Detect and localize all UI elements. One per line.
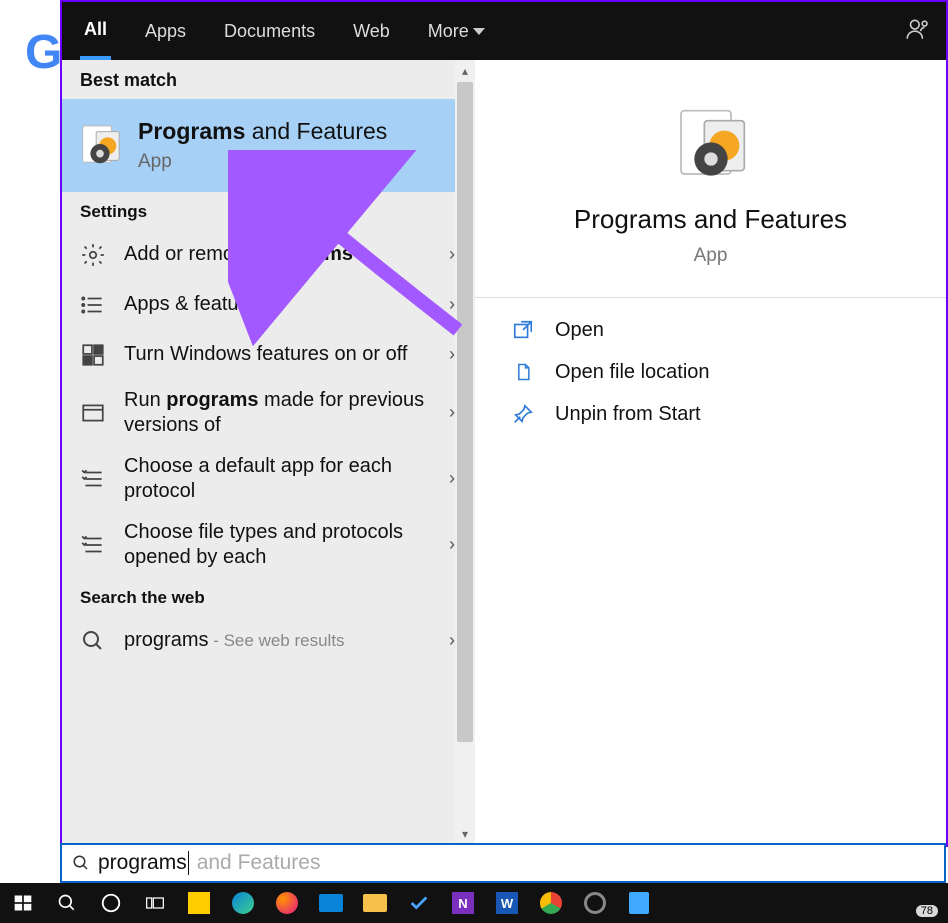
list-icon bbox=[76, 288, 110, 322]
taskbar-app-edge[interactable] bbox=[228, 888, 258, 918]
defaults-icon bbox=[76, 528, 110, 562]
settings-item-label: Choose file types and protocols opened b… bbox=[124, 520, 435, 570]
search-panel: All Apps Documents Web More Best match bbox=[60, 0, 948, 847]
taskbar-app-explorer[interactable] bbox=[360, 888, 390, 918]
settings-item-apps-features[interactable]: Apps & features › bbox=[62, 280, 475, 330]
tab-apps[interactable]: Apps bbox=[141, 2, 190, 60]
user-icon[interactable] bbox=[904, 16, 930, 42]
search-content: Best match Programs and Features App bbox=[62, 60, 946, 845]
section-web: Search the web bbox=[62, 578, 475, 616]
section-best-match: Best match bbox=[62, 60, 475, 99]
gear-icon bbox=[76, 238, 110, 272]
settings-item-protocol[interactable]: Choose a default app for each protocol › bbox=[62, 446, 475, 512]
search-suggestion-text: and Features bbox=[197, 851, 321, 875]
browser-behind: G bbox=[0, 0, 60, 160]
checkbox-icon bbox=[76, 338, 110, 372]
google-g-letter: G bbox=[25, 25, 62, 80]
chevron-down-icon bbox=[473, 28, 485, 35]
web-result[interactable]: programs - See web results › bbox=[62, 616, 475, 666]
start-button[interactable] bbox=[8, 888, 38, 918]
taskbar-search-button[interactable] bbox=[52, 888, 82, 918]
action-open-label: Open bbox=[555, 319, 604, 342]
taskbar-app-word[interactable]: W bbox=[492, 888, 522, 918]
section-settings: Settings bbox=[62, 192, 475, 230]
settings-item-label: Turn Windows features on or off bbox=[124, 342, 435, 367]
details-actions: Open Open file location Unpin from Start bbox=[475, 298, 946, 446]
action-unpin-label: Unpin from Start bbox=[555, 403, 701, 426]
taskbar-app-firefox[interactable] bbox=[272, 888, 302, 918]
window-icon bbox=[76, 396, 110, 430]
best-match-title-rest: and Features bbox=[245, 118, 387, 144]
action-open-location-label: Open file location bbox=[555, 361, 710, 384]
defaults-icon bbox=[76, 462, 110, 496]
open-icon bbox=[511, 318, 535, 342]
settings-item-add-remove[interactable]: Add or remove programs › bbox=[62, 230, 475, 280]
settings-item-compat[interactable]: Run programs made for previous versions … bbox=[62, 380, 475, 446]
search-typed-text: programs bbox=[98, 851, 189, 875]
tab-web[interactable]: Web bbox=[349, 2, 394, 60]
action-unpin[interactable]: Unpin from Start bbox=[511, 402, 910, 426]
taskbar-app-todo[interactable] bbox=[404, 888, 434, 918]
settings-item-filetypes[interactable]: Choose file types and protocols opened b… bbox=[62, 512, 475, 578]
search-input[interactable]: programs and Features bbox=[60, 843, 946, 883]
details-column: Programs and Features App Open Open file… bbox=[475, 60, 946, 845]
action-open-location[interactable]: Open file location bbox=[511, 360, 910, 384]
details-title: Programs and Features bbox=[574, 204, 847, 235]
taskbar: N W 78 bbox=[0, 883, 948, 923]
taskbar-app-files[interactable] bbox=[624, 888, 654, 918]
settings-item-label: Choose a default app for each protocol bbox=[124, 454, 435, 504]
scroll-up-icon[interactable]: ▴ bbox=[455, 60, 475, 82]
tab-more[interactable]: More bbox=[424, 2, 489, 60]
details-subtitle: App bbox=[694, 245, 728, 267]
action-open[interactable]: Open bbox=[511, 318, 910, 342]
best-match-subtitle: App bbox=[138, 150, 461, 174]
taskbar-app-onenote[interactable]: N bbox=[448, 888, 478, 918]
pin-icon bbox=[511, 402, 535, 426]
settings-item-windows-features[interactable]: Turn Windows features on or off › bbox=[62, 330, 475, 380]
programs-features-icon bbox=[76, 121, 124, 169]
scrollbar[interactable]: ▴ ▾ bbox=[455, 60, 475, 845]
programs-features-icon bbox=[671, 104, 751, 184]
search-icon bbox=[76, 624, 110, 658]
best-match-result[interactable]: Programs and Features App bbox=[62, 99, 475, 192]
task-view-button[interactable] bbox=[140, 888, 170, 918]
settings-item-label: Run programs made for previous versions … bbox=[124, 388, 435, 438]
best-match-title-bold: Programs bbox=[138, 118, 245, 144]
scroll-down-icon[interactable]: ▾ bbox=[455, 823, 475, 845]
notification-badge[interactable]: 78 bbox=[916, 905, 938, 917]
search-tabs: All Apps Documents Web More bbox=[62, 2, 946, 60]
results-column: Best match Programs and Features App bbox=[62, 60, 475, 845]
settings-item-label: Add or remove programs bbox=[124, 242, 435, 267]
taskbar-app-notes[interactable] bbox=[184, 888, 214, 918]
tab-all[interactable]: All bbox=[80, 2, 111, 60]
web-result-label: programs - See web results bbox=[124, 628, 435, 653]
taskbar-app-chrome[interactable] bbox=[536, 888, 566, 918]
settings-item-label: Apps & features bbox=[124, 292, 435, 317]
best-match-title: Programs and Features App bbox=[138, 117, 461, 174]
taskbar-app-mail[interactable] bbox=[316, 888, 346, 918]
cortana-button[interactable] bbox=[96, 888, 126, 918]
tab-more-label: More bbox=[428, 21, 469, 42]
details-header: Programs and Features App bbox=[475, 60, 946, 298]
taskbar-app-generic[interactable] bbox=[580, 888, 610, 918]
scroll-thumb[interactable] bbox=[457, 82, 473, 742]
search-icon bbox=[72, 854, 90, 872]
tab-documents[interactable]: Documents bbox=[220, 2, 319, 60]
file-location-icon bbox=[511, 360, 535, 384]
